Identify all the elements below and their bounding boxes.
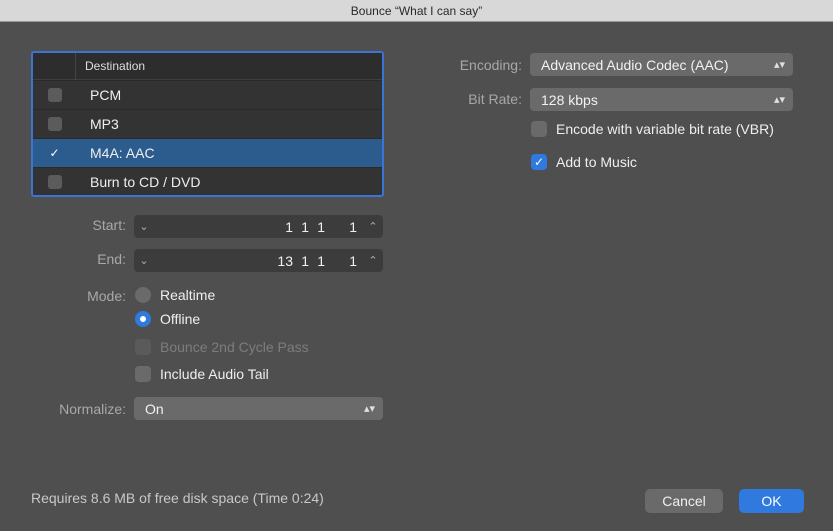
vbr-option[interactable]: Encode with variable bit rate (VBR)	[531, 121, 774, 137]
check-icon: ✓	[49, 146, 60, 160]
start-division: 1	[317, 218, 325, 235]
disk-space-info: Requires 8.6 MB of free disk space (Time…	[31, 490, 324, 506]
chevron-down-icon[interactable]: ⌄	[134, 220, 154, 233]
end-position-field[interactable]: ⌄ 13 1 1 1 ⌃	[134, 249, 383, 272]
bounce-2nd-cycle-checkbox	[135, 339, 151, 355]
checkbox-column-header	[33, 53, 76, 80]
normalize-value: On	[145, 400, 164, 417]
realtime-radio[interactable]	[135, 287, 151, 303]
mp3-checkbox[interactable]	[47, 117, 62, 131]
updown-icon: ▴▾	[773, 59, 785, 71]
cancel-button[interactable]: Cancel	[645, 489, 723, 513]
end-label: End:	[97, 251, 126, 267]
destination-label: MP3	[90, 116, 119, 132]
realtime-radio-option[interactable]: Realtime	[135, 287, 215, 303]
normalize-popup[interactable]: On ▴▾	[134, 397, 383, 420]
start-bar: 1	[285, 218, 293, 235]
destination-row-m4a-aac[interactable]: ✓ M4A: AAC	[33, 138, 382, 167]
end-beat: 1	[301, 252, 309, 269]
destination-label: Burn to CD / DVD	[90, 174, 201, 190]
destination-label: PCM	[90, 87, 122, 103]
destination-row-pcm[interactable]: PCM	[33, 80, 382, 109]
bitrate-popup[interactable]: 128 kbps ▴▾	[530, 88, 793, 111]
bitrate-label: Bit Rate:	[468, 91, 522, 107]
destination-row-mp3[interactable]: MP3	[33, 109, 382, 138]
bitrate-value: 128 kbps	[541, 91, 598, 108]
vbr-label: Encode with variable bit rate (VBR)	[556, 121, 774, 137]
encoding-value: Advanced Audio Codec (AAC)	[541, 56, 729, 73]
encoding-popup[interactable]: Advanced Audio Codec (AAC) ▴▾	[530, 53, 793, 76]
end-tick: 1	[349, 252, 357, 269]
updown-icon: ▴▾	[773, 94, 785, 106]
chevron-up-icon[interactable]: ⌃	[363, 254, 383, 267]
offline-label: Offline	[160, 311, 201, 327]
offline-radio[interactable]	[135, 311, 151, 327]
destination-row-burn-cd[interactable]: Burn to CD / DVD	[33, 167, 382, 195]
start-label: Start:	[92, 217, 126, 233]
bounce-dialog: Destination PCM MP3 ✓ M4A: AAC Burn to C…	[0, 22, 833, 531]
check-icon: ✓	[533, 155, 545, 169]
updown-icon: ▴▾	[363, 403, 375, 415]
encoding-label: Encoding:	[459, 57, 522, 73]
m4a-checkbox[interactable]: ✓	[47, 146, 62, 160]
destination-label: M4A: AAC	[90, 145, 155, 161]
start-position-field[interactable]: ⌄ 1 1 1 1 ⌃	[134, 215, 383, 238]
include-audio-tail-checkbox[interactable]	[135, 366, 151, 382]
realtime-label: Realtime	[160, 287, 216, 303]
include-audio-tail-option[interactable]: Include Audio Tail	[135, 366, 269, 382]
end-bar: 13	[277, 252, 293, 269]
destination-header: Destination	[33, 53, 382, 80]
add-to-music-label: Add to Music	[556, 154, 637, 170]
destination-column-header: Destination	[85, 59, 146, 73]
add-to-music-option[interactable]: ✓ Add to Music	[531, 154, 637, 170]
bounce-2nd-cycle-option: Bounce 2nd Cycle Pass	[135, 339, 309, 355]
offline-radio-option[interactable]: Offline	[135, 311, 200, 327]
destination-table[interactable]: Destination PCM MP3 ✓ M4A: AAC Burn to C…	[31, 51, 384, 197]
vbr-checkbox[interactable]	[531, 121, 547, 137]
bounce-2nd-cycle-label: Bounce 2nd Cycle Pass	[160, 339, 309, 355]
chevron-down-icon[interactable]: ⌄	[134, 254, 154, 267]
burn-cd-checkbox[interactable]	[47, 175, 62, 189]
chevron-up-icon[interactable]: ⌃	[363, 220, 383, 233]
pcm-checkbox[interactable]	[47, 88, 62, 102]
mode-label: Mode:	[87, 288, 126, 304]
end-division: 1	[317, 252, 325, 269]
window-title: Bounce “What I can say”	[350, 4, 483, 18]
normalize-label: Normalize:	[59, 401, 126, 417]
start-beat: 1	[301, 218, 309, 235]
ok-button[interactable]: OK	[739, 489, 804, 513]
window-titlebar: Bounce “What I can say”	[0, 0, 833, 22]
add-to-music-checkbox[interactable]: ✓	[531, 154, 547, 170]
include-audio-tail-label: Include Audio Tail	[160, 366, 269, 382]
start-tick: 1	[349, 218, 357, 235]
